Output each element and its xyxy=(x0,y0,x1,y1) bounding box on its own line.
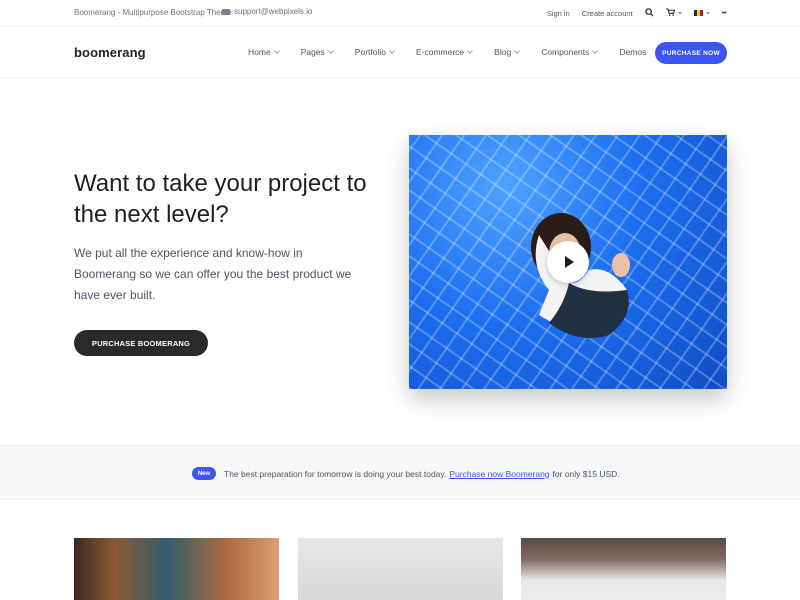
chevron-down-icon xyxy=(273,47,280,54)
sign-in-link[interactable]: Sign in xyxy=(547,9,570,18)
card-image-workspace[interactable] xyxy=(521,538,726,600)
top-bar: Boomerang - Multipurpose Bootstrap Theme… xyxy=(0,0,800,27)
cart-icon xyxy=(665,8,675,18)
chevron-down-icon xyxy=(514,47,521,54)
hero-video[interactable] xyxy=(409,135,727,389)
new-badge: New xyxy=(192,467,216,480)
create-account-link[interactable]: Create account xyxy=(582,9,633,18)
announcement-price: for only $15 USD. xyxy=(552,468,620,479)
announcement-text: The best preparation for tomorrow is doi… xyxy=(224,468,447,479)
play-button[interactable] xyxy=(547,241,589,283)
topbar-actions: Sign in Create account ••• xyxy=(547,6,727,20)
chevron-down-icon xyxy=(389,47,395,54)
nav-item-blog[interactable]: Blog xyxy=(494,47,521,57)
cart-menu[interactable] xyxy=(665,8,682,18)
purchase-now-button[interactable]: Purchase now xyxy=(655,42,727,64)
support-contact[interactable]: support@webpixels.io xyxy=(222,7,312,16)
hero-title: Want to take your project to the next le… xyxy=(74,170,367,228)
nav-item-portfolio[interactable]: Portfolio xyxy=(355,47,395,57)
search-icon[interactable] xyxy=(644,7,654,19)
chevron-down-icon xyxy=(467,47,474,54)
chevron-down-icon xyxy=(327,47,334,54)
nav-item-ecommerce[interactable]: E-commerce xyxy=(416,47,474,57)
purchase-link[interactable]: Purchase now Boomerang xyxy=(449,469,549,479)
theme-tagline: Boomerang - Multipurpose Bootstrap Theme xyxy=(74,8,232,17)
hero-description: We put all the experience and know-how i… xyxy=(74,246,352,302)
nav-item-demos[interactable]: Demos xyxy=(619,47,646,57)
main-navbar: boomerang Home Pages Portfolio E-commerc… xyxy=(0,28,800,78)
announcement-bar: New The best preparation for tomorrow is… xyxy=(0,445,800,500)
nav-item-pages[interactable]: Pages xyxy=(301,47,334,57)
chevron-down-icon xyxy=(592,47,599,54)
nav-item-home[interactable]: Home xyxy=(248,47,280,57)
chevron-down-icon xyxy=(677,11,682,15)
language-menu[interactable] xyxy=(693,10,710,16)
purchase-boomerang-button[interactable]: Purchase Boomerang xyxy=(74,330,208,356)
chevron-down-icon xyxy=(705,11,710,15)
more-menu-icon[interactable]: ••• xyxy=(722,10,727,17)
card-image-desk[interactable] xyxy=(298,538,503,600)
nav-item-components[interactable]: Components xyxy=(541,47,599,57)
logo[interactable]: boomerang xyxy=(74,45,146,60)
announcement-row: New The best preparation for tomorrow is… xyxy=(192,467,620,480)
nav-menu: Home Pages Portfolio E-commerce Blog Com… xyxy=(248,47,668,57)
support-email[interactable]: support@webpixels.io xyxy=(234,7,312,16)
play-icon xyxy=(565,256,574,268)
envelope-icon xyxy=(222,8,230,15)
card-image-cafe[interactable] xyxy=(74,538,279,600)
flag-icon xyxy=(693,10,703,16)
